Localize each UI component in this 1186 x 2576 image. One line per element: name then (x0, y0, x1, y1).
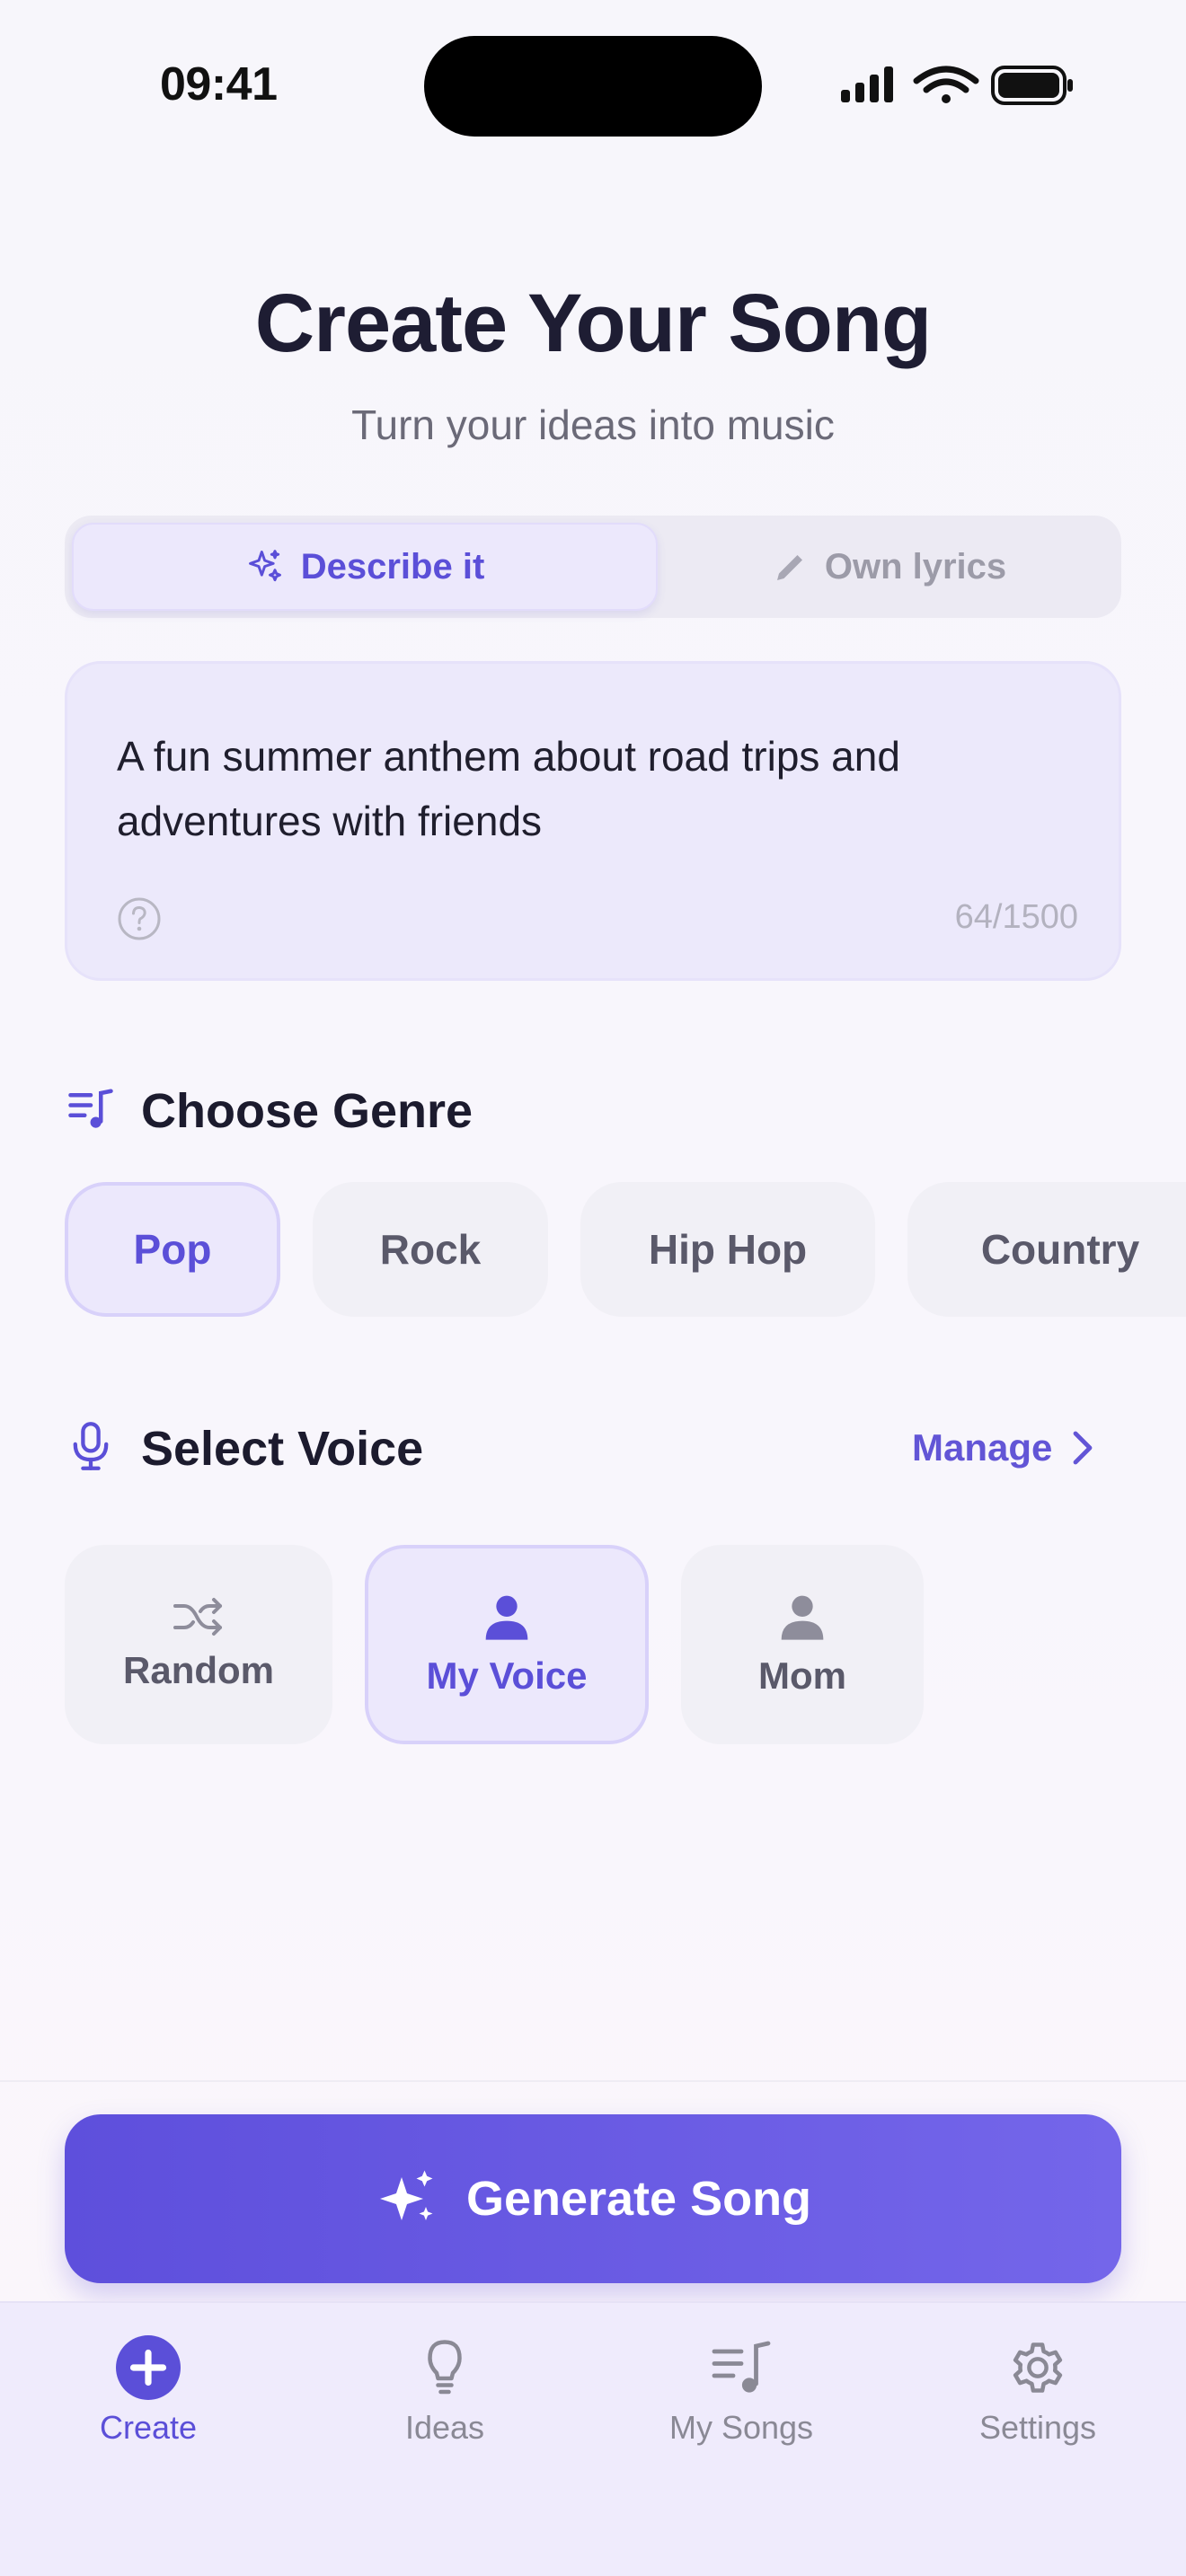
char-count: 64/1500 (954, 898, 1078, 936)
plus-circle-icon (116, 2335, 181, 2400)
manage-label: Manage (912, 1426, 1053, 1469)
tab-my-songs[interactable]: My Songs (624, 2335, 858, 2447)
genre-chip-label: Hip Hop (648, 1226, 808, 1273)
status-icons (841, 66, 1073, 105)
tab-settings-label: Settings (978, 2409, 1097, 2446)
page-subtitle: Turn your ideas into music (351, 401, 835, 448)
shuffle-icon (173, 1598, 222, 1636)
genre-chip-label: Pop (133, 1226, 212, 1273)
lightbulb-icon (428, 2340, 462, 2395)
voice-card-random[interactable]: Random (65, 1545, 332, 1744)
tab-own-lyrics[interactable]: Own lyrics (665, 523, 1114, 611)
genre-chip-pop[interactable]: Pop (65, 1182, 280, 1317)
tab-my-songs-label: My Songs (668, 2409, 814, 2446)
sparkles-icon (379, 2170, 433, 2220)
person-icon (781, 1595, 824, 1640)
voice-card-mom[interactable]: Mom (681, 1545, 924, 1744)
voice-card-my-voice[interactable]: My Voice (365, 1545, 649, 1744)
tab-ideas-label: Ideas (404, 2409, 485, 2446)
tab-own-lyrics-label: Own lyrics (824, 546, 1007, 587)
dynamic-island (424, 36, 762, 137)
music-list-icon (712, 2341, 771, 2393)
sparkles-icon (248, 550, 281, 582)
music-list-icon (68, 1089, 113, 1128)
microphone-icon (73, 1422, 109, 1470)
wifi-icon (913, 66, 979, 103)
question-circle-icon[interactable] (117, 896, 162, 941)
voice-card-label: Random (123, 1649, 274, 1691)
genre-section-title: Choose Genre (141, 1084, 474, 1138)
person-icon (485, 1595, 528, 1640)
voice-section-title: Select Voice (141, 1422, 424, 1476)
signal-icon (841, 66, 893, 102)
genre-chip-label: Rock (379, 1226, 482, 1273)
tab-ideas[interactable]: Ideas (328, 2335, 562, 2447)
tab-create-label: Create (99, 2409, 198, 2446)
battery-icon (991, 66, 1073, 105)
generate-song-label: Generate Song (465, 2172, 812, 2226)
voice-card-label: My Voice (426, 1654, 588, 1697)
genre-chip-rock[interactable]: Rock (313, 1182, 548, 1317)
tab-create[interactable]: Create (31, 2335, 265, 2447)
mode-toggle: Describe it Own lyrics (65, 516, 1121, 618)
voice-card-label: Mom (758, 1654, 846, 1697)
status-time: 09:41 (160, 58, 278, 110)
pencil-icon (776, 555, 802, 580)
tab-describe-it-label: Describe it (300, 546, 485, 587)
genre-chip-country[interactable]: Country (907, 1182, 1186, 1317)
tab-settings[interactable]: Settings (921, 2335, 1155, 2447)
genre-chip-label: Country (980, 1226, 1140, 1273)
generate-song-button[interactable]: Generate Song (65, 2114, 1121, 2283)
genre-chip-hip-hop[interactable]: Hip Hop (580, 1182, 875, 1317)
divider (0, 2080, 1186, 2082)
gear-icon (1013, 2342, 1063, 2393)
prompt-text[interactable]: A fun summer anthem about road trips and… (117, 724, 1069, 853)
chevron-right-icon (1073, 1431, 1093, 1465)
page-title: Create Your Song (254, 278, 933, 369)
tab-describe-it[interactable]: Describe it (72, 523, 658, 611)
manage-voices-link[interactable]: Manage (912, 1426, 1095, 1469)
